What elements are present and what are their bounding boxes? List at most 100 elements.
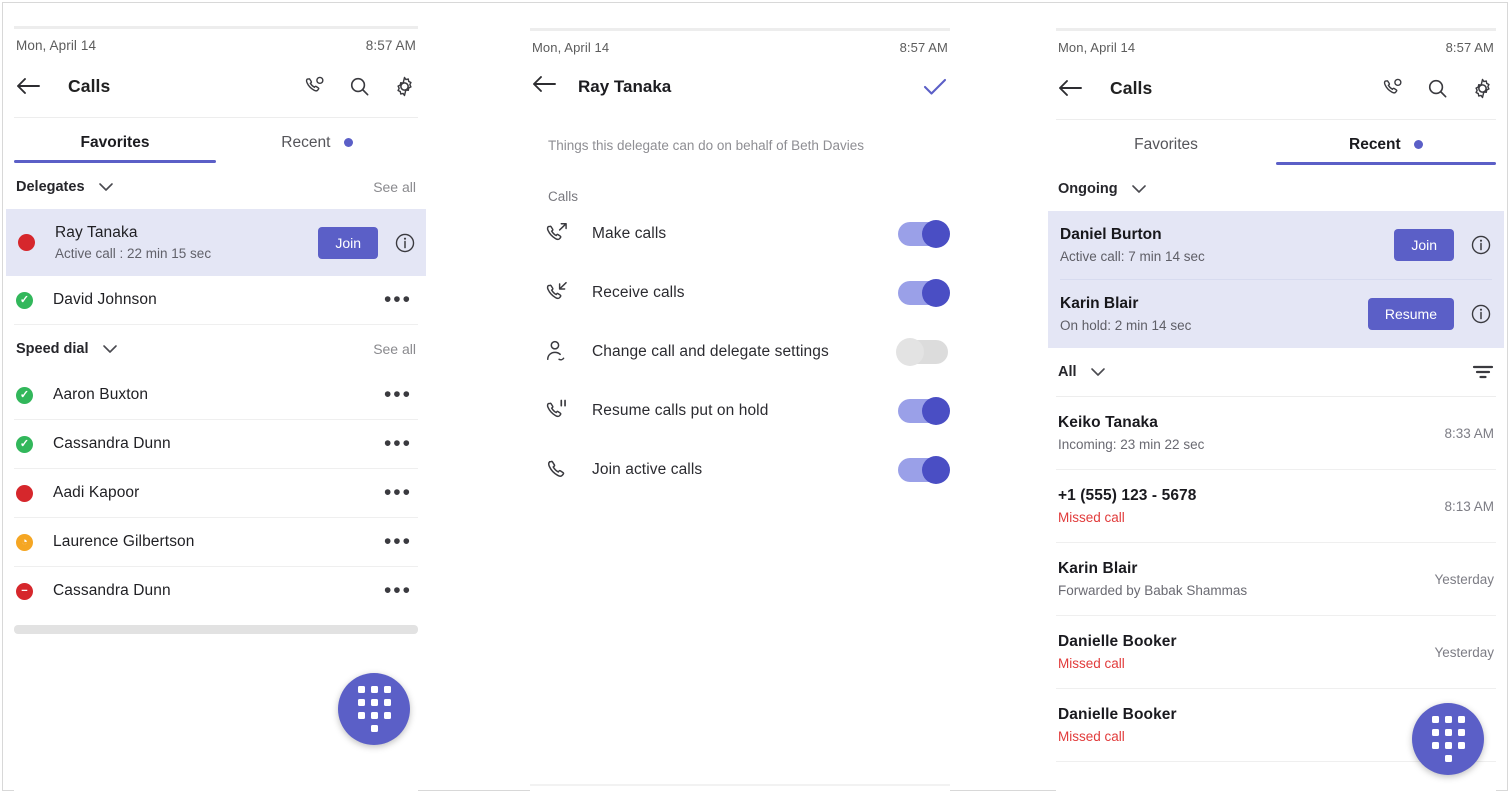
ongoing-call-row[interactable]: Karin Blair On hold: 2 min 14 sec Resume: [1060, 279, 1492, 348]
call-outgoing-icon: [544, 221, 578, 246]
dialpad-fab-button[interactable]: [338, 673, 410, 745]
delegates-see-all-link[interactable]: See all: [373, 179, 416, 195]
history-name: Danielle Booker: [1058, 633, 1177, 650]
phone-panel-recent-calls: Mon, April 14 8:57 AM Calls Favorites Re…: [1048, 28, 1504, 793]
search-icon[interactable]: [348, 75, 371, 98]
permission-row-make-calls[interactable]: Make calls: [530, 204, 950, 263]
dialpad-fab-button[interactable]: [1412, 703, 1484, 775]
history-name: +1 (555) 123 - 5678: [1058, 487, 1197, 504]
confirm-checkmark-icon[interactable]: [922, 76, 948, 98]
tab-favorites[interactable]: Favorites: [14, 118, 216, 163]
delegate-row-active[interactable]: Ray Tanaka Active call : 22 min 15 sec J…: [6, 209, 426, 276]
back-button[interactable]: [1058, 73, 1092, 103]
app-bar: Calls: [14, 61, 418, 118]
speed-dial-row[interactable]: ◔ Laurence Gilbertson •••: [14, 518, 418, 567]
more-options-icon[interactable]: •••: [380, 580, 416, 600]
call-person-icon[interactable]: [303, 75, 326, 98]
speed-dial-section-header: Speed dial See all: [14, 325, 418, 371]
panel-bottom-rule: [530, 784, 950, 786]
more-options-icon[interactable]: •••: [380, 384, 416, 404]
speed-dial-row[interactable]: − Cassandra Dunn •••: [14, 567, 418, 615]
status-time: 8:57 AM: [365, 38, 416, 53]
call-history-row[interactable]: Karin Blair Forwarded by Babak Shammas Y…: [1056, 543, 1496, 616]
app-bar: Ray Tanaka: [530, 63, 950, 112]
call-history-row[interactable]: Keiko Tanaka Incoming: 23 min 22 sec 8:3…: [1056, 397, 1496, 470]
speed-dial-row[interactable]: ✓ Aaron Buxton •••: [14, 371, 418, 420]
call-history-row[interactable]: +1 (555) 123 - 5678 Missed call 8:13 AM: [1056, 470, 1496, 543]
speed-dial-row[interactable]: ✓ Cassandra Dunn •••: [14, 420, 418, 469]
gear-icon[interactable]: [393, 75, 416, 98]
delegate-name: David Johnson: [53, 291, 157, 308]
scroll-indicator[interactable]: [14, 625, 418, 634]
delegate-row[interactable]: ✓ David Johnson •••: [14, 276, 418, 325]
ongoing-calls-block: Daniel Burton Active call: 7 min 14 sec …: [1048, 211, 1504, 348]
tab-favorites[interactable]: Favorites: [1056, 120, 1276, 165]
filter-icon[interactable]: [1472, 364, 1494, 380]
delegates-section-header: Delegates See all: [14, 163, 418, 209]
presence-away-icon: ◔: [16, 533, 33, 551]
history-detail: Incoming: 23 min 22 sec: [1058, 437, 1205, 452]
history-name: Karin Blair: [1058, 560, 1138, 577]
more-options-icon[interactable]: •••: [380, 482, 416, 502]
presence-dnd-icon: −: [16, 582, 33, 600]
page-title: Calls: [1110, 77, 1153, 98]
history-detail: Missed call: [1058, 656, 1125, 671]
permission-row-join-calls[interactable]: Join active calls: [530, 440, 950, 499]
chevron-down-icon[interactable]: [1131, 184, 1147, 194]
history-time: Yesterday: [1434, 571, 1494, 587]
page-title: Calls: [68, 75, 111, 96]
more-options-icon[interactable]: •••: [380, 531, 416, 551]
chevron-down-icon[interactable]: [102, 344, 118, 354]
permission-toggle[interactable]: [898, 396, 950, 425]
delegate-status: Active call : 22 min 15 sec: [55, 246, 212, 261]
ongoing-call-status: Active call: 7 min 14 sec: [1060, 249, 1205, 264]
delegate-name-title: Ray Tanaka: [578, 76, 672, 96]
status-date: Mon, April 14: [1058, 40, 1136, 55]
permissions-group-label: Calls: [548, 189, 579, 204]
permission-toggle[interactable]: [896, 337, 948, 366]
tab-active-underline: [14, 160, 216, 163]
back-button[interactable]: [532, 75, 556, 98]
permission-toggle[interactable]: [898, 278, 950, 307]
call-incoming-icon: [544, 280, 578, 305]
contact-name: Laurence Gilbertson: [53, 533, 195, 550]
join-button[interactable]: Join: [1394, 229, 1454, 261]
contact-name: Cassandra Dunn: [53, 435, 171, 452]
permission-row-receive-calls[interactable]: Receive calls: [530, 263, 950, 322]
history-detail: Missed call: [1058, 510, 1125, 525]
join-button[interactable]: Join: [318, 226, 378, 259]
speed-dial-label: Speed dial: [16, 341, 89, 357]
status-bar: Mon, April 14 8:57 AM: [530, 31, 950, 63]
info-icon[interactable]: [1470, 303, 1492, 325]
more-options-icon[interactable]: •••: [380, 289, 416, 309]
speed-dial-row[interactable]: Aadi Kapoor •••: [14, 469, 418, 518]
status-date: Mon, April 14: [16, 38, 97, 53]
permission-toggle[interactable]: [898, 455, 950, 484]
tab-favorites-label: Favorites: [1134, 136, 1198, 153]
search-icon[interactable]: [1426, 77, 1449, 100]
permission-row-resume-calls[interactable]: Resume calls put on hold: [530, 381, 950, 440]
status-date: Mon, April 14: [532, 40, 610, 55]
back-button[interactable]: [16, 71, 50, 101]
more-options-icon[interactable]: •••: [380, 433, 416, 453]
gear-icon[interactable]: [1471, 77, 1494, 100]
info-icon[interactable]: [394, 232, 416, 254]
permission-row-change-settings[interactable]: Change call and delegate settings: [530, 322, 950, 381]
call-history-row[interactable]: Danielle Booker Missed call Yesterday: [1056, 616, 1496, 689]
dialpad-icon: [357, 686, 391, 732]
permission-label: Join active calls: [592, 460, 703, 478]
tab-recent[interactable]: Recent: [216, 118, 418, 163]
permission-label: Resume calls put on hold: [592, 401, 769, 419]
speed-dial-see-all-link[interactable]: See all: [373, 341, 416, 357]
permission-label: Change call and delegate settings: [592, 342, 829, 360]
permission-toggle[interactable]: [898, 219, 950, 248]
chevron-down-icon[interactable]: [1090, 367, 1106, 377]
contact-name: Aadi Kapoor: [53, 484, 140, 501]
call-person-icon[interactable]: [1381, 77, 1404, 100]
resume-button[interactable]: Resume: [1367, 298, 1454, 330]
tab-bar: Favorites Recent: [1056, 120, 1496, 165]
info-icon[interactable]: [1470, 234, 1492, 256]
chevron-down-icon[interactable]: [98, 182, 114, 192]
tab-recent[interactable]: Recent: [1276, 120, 1496, 165]
ongoing-call-row[interactable]: Daniel Burton Active call: 7 min 14 sec …: [1060, 211, 1492, 279]
